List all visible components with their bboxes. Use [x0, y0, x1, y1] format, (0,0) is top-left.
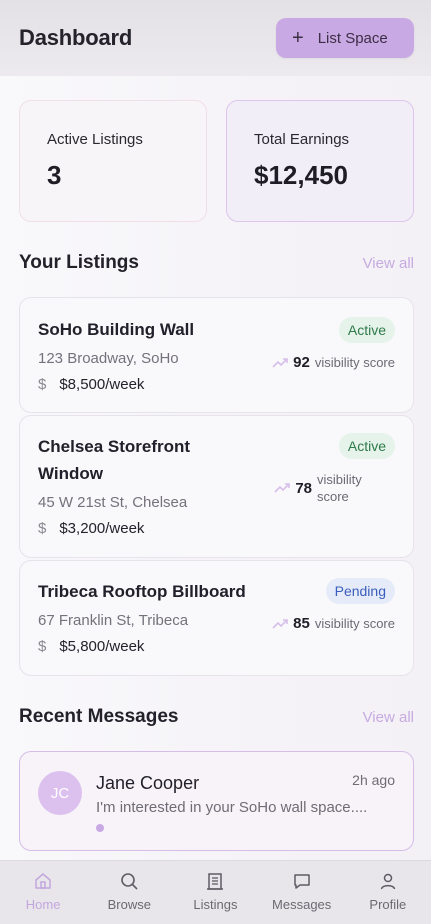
- listings-section-title: Your Listings: [19, 252, 139, 273]
- listing-title: Chelsea Storefront Window: [38, 437, 191, 483]
- list-space-button[interactable]: + List Space: [276, 18, 414, 58]
- listing-card[interactable]: SoHo Building Wall 123 Broadway, SoHo $ …: [19, 297, 414, 413]
- listing-address: 123 Broadway, SoHo: [38, 350, 179, 367]
- nav-messages[interactable]: Messages: [262, 871, 342, 912]
- unread-dot: [96, 824, 104, 832]
- nav-listings-label: Listings: [193, 897, 238, 912]
- listing-address: 45 W 21st St, Chelsea: [38, 494, 188, 511]
- status-badge: Pending: [325, 578, 395, 604]
- score-value: 85: [293, 615, 310, 632]
- messages-view-all-link[interactable]: View all: [363, 709, 414, 726]
- chat-icon: [293, 874, 310, 889]
- avatar: JC: [38, 771, 82, 815]
- listing-price-value: $8,500/week: [59, 376, 145, 393]
- message-preview: I'm interested in your SoHo wall space..…: [96, 799, 368, 816]
- message-item[interactable]: JC Jane Cooper 2h ago I'm interested in …: [19, 751, 414, 851]
- top-bar: Dashboard + List Space: [0, 0, 431, 76]
- listing-title: SoHo Building Wall: [38, 320, 195, 339]
- total-earnings-card: Total Earnings $12,450: [226, 100, 414, 222]
- score-label: visibility score: [314, 355, 395, 370]
- nav-messages-label: Messages: [272, 897, 332, 912]
- visibility-score: 78 visibility score: [274, 471, 375, 505]
- building-icon: [207, 873, 224, 890]
- visibility-score: 92 visibility score: [272, 354, 395, 371]
- nav-browse[interactable]: Browse: [89, 871, 169, 912]
- list-space-label: List Space: [317, 29, 388, 47]
- score-value: 92: [293, 354, 310, 371]
- listing-price-value: $3,200/week: [59, 520, 145, 537]
- search-icon: [121, 873, 138, 890]
- active-listings-card: Active Listings 3: [19, 100, 207, 222]
- dollar-icon: $: [38, 638, 47, 655]
- total-earnings-label: Total Earnings: [254, 131, 350, 148]
- listing-price: $ $3,200/week: [38, 520, 144, 537]
- listings-section-header: Your Listings View all: [19, 252, 414, 274]
- nav-profile-label: Profile: [369, 897, 407, 912]
- listing-price: $ $5,800/week: [38, 638, 144, 655]
- trending-up-icon: [272, 357, 288, 368]
- score-label: visibility score: [317, 472, 362, 504]
- trending-up-icon: [274, 483, 291, 493]
- listing-card[interactable]: Chelsea Storefront Window 45 W 21st St, …: [19, 415, 414, 558]
- active-listings-label: Active Listings: [47, 131, 143, 148]
- message-sender: Jane Cooper: [96, 773, 200, 793]
- dollar-icon: $: [38, 376, 47, 393]
- dollar-icon: $: [38, 520, 47, 537]
- message-time: 2h ago: [352, 772, 395, 788]
- active-listings-value: 3: [47, 160, 62, 190]
- status-badge: Active: [338, 317, 395, 343]
- nav-home-label: Home: [25, 897, 61, 912]
- status-badge: Active: [338, 433, 395, 459]
- dashboard-content[interactable]: Active Listings 3 Total Earnings $12,450…: [0, 76, 431, 860]
- score-label: visibility score: [314, 616, 395, 631]
- listing-address: 67 Franklin St, Tribeca: [38, 612, 189, 629]
- listing-price-value: $5,800/week: [59, 638, 145, 655]
- nav-profile[interactable]: Profile: [348, 871, 428, 912]
- visibility-score: 85 visibility score: [272, 615, 395, 632]
- page-title: Dashboard: [19, 25, 133, 50]
- user-icon: [380, 873, 396, 890]
- listing-title: Tribeca Rooftop Billboard: [38, 582, 246, 601]
- messages-section-header: Recent Messages View all: [19, 706, 414, 728]
- total-earnings-value: $12,450: [254, 160, 348, 190]
- home-icon: [35, 873, 51, 889]
- bottom-nav: Home Browse Listings Messages Profile: [0, 860, 431, 924]
- listing-price: $ $8,500/week: [38, 376, 144, 393]
- nav-listings[interactable]: Listings: [175, 871, 255, 912]
- listings-view-all-link[interactable]: View all: [363, 255, 414, 272]
- score-value: 78: [295, 479, 312, 497]
- nav-home[interactable]: Home: [3, 871, 83, 912]
- plus-icon: +: [292, 27, 304, 49]
- trending-up-icon: [272, 618, 288, 629]
- nav-browse-label: Browse: [107, 897, 151, 912]
- messages-section-title: Recent Messages: [19, 706, 179, 727]
- listing-card[interactable]: Tribeca Rooftop Billboard 67 Franklin St…: [19, 560, 414, 676]
